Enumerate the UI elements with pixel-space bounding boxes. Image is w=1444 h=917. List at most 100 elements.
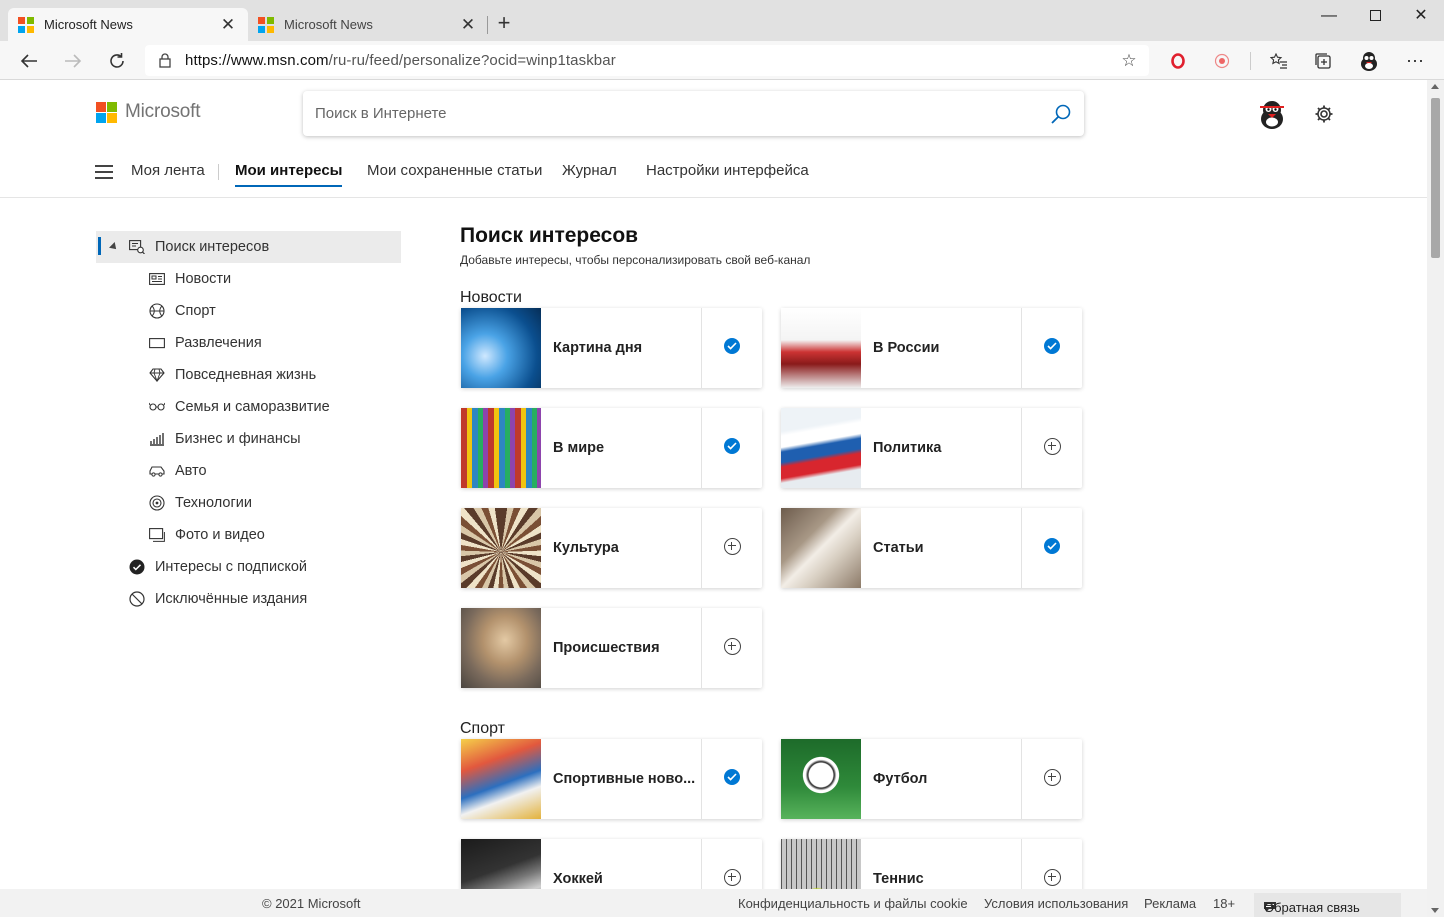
interest-thumbnail [461, 508, 541, 588]
nav-my-interests[interactable]: Мои интересы [235, 162, 343, 187]
web-search-box[interactable] [303, 91, 1084, 136]
nav-interface-settings[interactable]: Настройки интерфейса [646, 162, 809, 179]
toolbar-divider [1250, 52, 1251, 70]
age-rating: 18+ [1213, 896, 1236, 911]
search-icon[interactable] [1042, 103, 1072, 125]
sidebar-item-entertainment[interactable]: Развлечения [96, 327, 401, 359]
interest-card[interactable]: В России [781, 308, 1082, 388]
window-close-icon[interactable]: ✕ [1398, 4, 1444, 28]
photo-icon [148, 526, 166, 544]
sidebar-item-label: Фото и видео [175, 527, 265, 543]
tab-strip: Microsoft News ✕ Microsoft News ✕ + — ✕ [0, 0, 1444, 41]
maximize-icon[interactable] [1352, 4, 1398, 28]
opera-extension-icon[interactable] [1163, 46, 1193, 76]
interest-label: В России [873, 340, 940, 356]
interest-thumbnail [781, 408, 861, 488]
favorites-list-icon[interactable] [1264, 46, 1294, 76]
terms-link[interactable]: Условия использования [984, 896, 1128, 911]
tab-close-icon[interactable]: ✕ [218, 15, 238, 35]
scrollbar-thumb[interactable] [1431, 98, 1440, 258]
interest-label: Спортивные ново... [553, 771, 696, 787]
profile-avatar-icon[interactable] [1354, 46, 1384, 76]
privacy-link[interactable]: Конфиденциальность и файлы cookie [738, 896, 968, 911]
followed-check-icon [1044, 538, 1060, 554]
url-text[interactable]: https://www.msn.com/ru-ru/feed/personali… [185, 52, 1109, 69]
interest-card[interactable]: Культура [461, 508, 762, 588]
feedback-button[interactable]: Обратная связь [1254, 893, 1401, 917]
interest-card[interactable]: Статьи [781, 508, 1082, 588]
favorite-star-icon[interactable]: ☆ [1109, 51, 1149, 71]
sidebar-item-family[interactable]: Семья и саморазвитие [96, 391, 401, 423]
sidebar-item-news[interactable]: Новости [96, 263, 401, 295]
minimize-icon[interactable]: — [1306, 4, 1352, 28]
collapse-caret-icon[interactable] [109, 242, 119, 252]
sidebar-item-label: Бизнес и финансы [175, 431, 301, 447]
interest-label: Футбол [873, 771, 928, 787]
interest-card[interactable]: В мире [461, 408, 762, 488]
settings-gear-icon[interactable] [1312, 102, 1336, 126]
user-avatar[interactable] [1256, 98, 1288, 130]
follow-toggle[interactable] [1021, 308, 1082, 388]
interest-thumbnail [781, 508, 861, 588]
follow-toggle[interactable] [701, 739, 762, 819]
more-menu-icon[interactable]: ⋯ [1400, 46, 1430, 76]
followed-check-icon [724, 769, 740, 785]
lock-icon[interactable] [145, 53, 185, 68]
interest-card[interactable]: Спортивные ново... [461, 739, 762, 819]
microsoft-favicon-icon [258, 16, 274, 33]
scroll-down-arrow-icon[interactable] [1431, 908, 1439, 913]
search-input[interactable] [315, 105, 1042, 122]
interest-label: Статьи [873, 540, 924, 556]
refresh-icon[interactable] [102, 46, 132, 76]
section-title-sport: Спорт [460, 720, 505, 737]
sidebar-item-followed-interests[interactable]: Интересы с подпиской [96, 551, 401, 583]
nav-saved-articles[interactable]: Мои сохраненные статьи [367, 162, 542, 179]
sidebar-item-business[interactable]: Бизнес и финансы [96, 423, 401, 455]
page-scrollbar[interactable] [1427, 80, 1444, 917]
follow-toggle[interactable] [701, 308, 762, 388]
back-arrow-icon[interactable] [14, 46, 44, 76]
ads-link[interactable]: Реклама [1144, 896, 1196, 911]
tab-close-icon[interactable]: ✕ [458, 15, 478, 35]
feedback-label: Обратная связь [1264, 900, 1360, 915]
address-bar[interactable]: https://www.msn.com/ru-ru/feed/personali… [145, 45, 1149, 76]
interest-card[interactable]: Политика [781, 408, 1082, 488]
interest-label: Происшествия [553, 640, 660, 656]
check-circle-icon [128, 558, 146, 576]
scroll-up-arrow-icon[interactable] [1431, 84, 1439, 89]
browser-tab-active[interactable]: Microsoft News ✕ [8, 8, 248, 41]
follow-toggle[interactable] [1021, 408, 1082, 488]
sidebar-item-auto[interactable]: Авто [96, 455, 401, 487]
sidebar-item-label: Поиск интересов [155, 239, 270, 255]
forward-arrow-icon[interactable] [58, 46, 88, 76]
microsoft-logo[interactable]: Microsoft [96, 101, 200, 123]
nav-my-feed[interactable]: Моя лента [131, 162, 205, 179]
collections-icon[interactable] [1308, 46, 1338, 76]
record-extension-icon[interactable] [1207, 46, 1237, 76]
sidebar-item-photo-video[interactable]: Фото и видео [96, 519, 401, 551]
sidebar-item-discover-interests[interactable]: Поиск интересов [96, 231, 401, 263]
browser-tab-inactive[interactable]: Microsoft News ✕ [248, 8, 488, 41]
chart-bars-icon [148, 430, 166, 448]
follow-toggle[interactable] [1021, 508, 1082, 588]
follow-toggle[interactable] [701, 508, 762, 588]
follow-toggle[interactable] [1021, 739, 1082, 819]
url-path: /ru-ru/feed/personalize?ocid=winp1taskba… [328, 52, 616, 69]
sidebar-item-label: Авто [175, 463, 207, 479]
interest-card[interactable]: Футбол [781, 739, 1082, 819]
page-title: Поиск интересов [460, 224, 639, 247]
follow-toggle[interactable] [701, 408, 762, 488]
brand-name: Microsoft [125, 101, 201, 122]
new-tab-plus-icon[interactable]: + [492, 12, 516, 36]
car-icon [148, 462, 166, 480]
follow-toggle[interactable] [701, 608, 762, 688]
interest-card[interactable]: Происшествия [461, 608, 762, 688]
nav-history[interactable]: Журнал [562, 162, 617, 179]
sidebar-item-technology[interactable]: Технологии [96, 487, 401, 519]
sidebar-item-sport[interactable]: Спорт [96, 295, 401, 327]
interest-thumbnail [461, 608, 541, 688]
sidebar-item-blocked-sources[interactable]: Исключённые издания [96, 583, 401, 615]
sidebar-item-lifestyle[interactable]: Повседневная жизнь [96, 359, 401, 391]
hamburger-menu-icon[interactable] [95, 165, 113, 179]
interest-card[interactable]: Картина дня [461, 308, 762, 388]
